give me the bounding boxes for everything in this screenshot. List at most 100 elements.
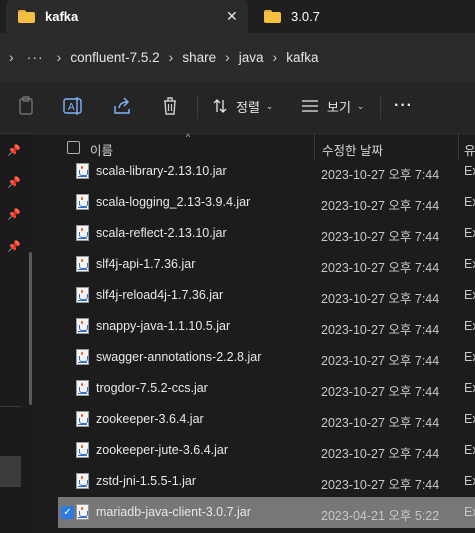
rename-icon[interactable]: A (62, 95, 84, 117)
file-row[interactable]: trogdor-7.5.2-ccs.jar 2023-10-27 오후 7:44 E… (58, 373, 475, 404)
tab-3-0-7[interactable]: 3.0.7 (252, 0, 475, 33)
view-icon (301, 99, 319, 113)
jar-file-icon (76, 318, 89, 334)
file-row[interactable]: snappy-java-1.1.10.5.jar 2023-10-27 오후 7:… (58, 311, 475, 342)
jar-file-icon (76, 287, 89, 303)
pin-icon[interactable]: 📌 (7, 176, 21, 190)
file-name: scala-logging_2.13-3.9.4.jar (96, 195, 251, 209)
breadcrumb-item-share[interactable]: share (182, 50, 216, 65)
file-type: Ex (464, 288, 475, 302)
sort-up-icon: ^ (186, 132, 191, 142)
jar-file-icon (76, 504, 89, 520)
pin-icon[interactable]: 📌 (7, 208, 21, 222)
breadcrumb-item-confluent[interactable]: confluent-7.5.2 (70, 50, 159, 65)
file-date: 2023-10-27 오후 7:44 (321, 447, 440, 461)
view-label: 보기 (327, 99, 351, 115)
file-type: Ex (464, 226, 475, 240)
jar-file-icon (76, 163, 89, 179)
file-row[interactable]: slf4j-reload4j-1.7.36.jar 2023-10-27 오후 7… (58, 280, 475, 311)
chevron-right-icon[interactable]: › (225, 49, 230, 65)
file-row[interactable]: zookeeper-3.6.4.jar 2023-10-27 오후 7:44 Ex (58, 404, 475, 435)
nav-selected-item[interactable] (0, 456, 21, 487)
file-row[interactable]: zstd-jni-1.5.5-1.jar 2023-10-27 오후 7:44 Ex (58, 466, 475, 497)
toolbar-divider (380, 95, 381, 119)
sort-button[interactable]: 정렬 ⌄ (212, 95, 273, 117)
file-date: 2023-10-27 오후 7:44 (321, 168, 440, 182)
chevron-right-icon[interactable]: › (9, 49, 14, 65)
breadcrumb-more-button[interactable]: ··· (27, 49, 44, 65)
file-type: Ex (464, 474, 475, 488)
file-name: snappy-java-1.1.10.5.jar (96, 319, 231, 333)
file-name: mariadb-java-client-3.0.7.jar (96, 505, 251, 519)
share-icon[interactable] (111, 95, 133, 117)
nav-divider (0, 406, 21, 407)
breadcrumb-item-kafka[interactable]: kafka (286, 50, 318, 65)
breadcrumb-item-java[interactable]: java (239, 50, 264, 65)
row-checkbox[interactable]: ✓ (61, 506, 74, 519)
file-type: Ex (464, 381, 475, 395)
file-date: 2023-10-27 오후 7:44 (321, 354, 440, 368)
file-date: 2023-10-27 오후 7:44 (321, 385, 440, 399)
jar-file-icon (76, 473, 89, 489)
file-type: Ex (464, 412, 475, 426)
toolbar-divider (197, 95, 198, 119)
file-row[interactable]: ✓ mariadb-java-client-3.0.7.jar 2023-04-21… (58, 497, 475, 528)
file-name: trogdor-7.5.2-ccs.jar (96, 381, 208, 395)
view-button[interactable]: 보기 ⌄ (301, 95, 364, 117)
command-bar: A 정렬 ⌄ 보기 ⌄ ··· (0, 81, 475, 134)
chevron-right-icon[interactable]: › (169, 49, 174, 65)
close-icon[interactable]: ✕ (226, 8, 238, 25)
paste-icon[interactable] (15, 95, 37, 117)
svg-text:A: A (68, 102, 75, 113)
file-name: scala-library-2.13.10.jar (96, 164, 227, 178)
file-name: zstd-jni-1.5.5-1.jar (96, 474, 197, 488)
file-name: zookeeper-3.6.4.jar (96, 412, 204, 426)
file-date: 2023-10-27 오후 7:44 (321, 261, 440, 275)
select-all-checkbox[interactable] (67, 141, 80, 154)
folder-icon (264, 10, 281, 23)
file-date: 2023-04-21 오후 5:22 (321, 509, 440, 523)
chevron-right-icon[interactable]: › (273, 49, 278, 65)
pin-icon[interactable]: 📌 (7, 144, 21, 158)
file-name: slf4j-api-1.7.36.jar (96, 257, 196, 271)
delete-icon[interactable] (159, 95, 181, 117)
file-row[interactable]: scala-library-2.13.10.jar 2023-10-27 오후 7… (58, 156, 475, 187)
nav-scrollbar[interactable] (29, 252, 32, 405)
chevron-down-icon: ⌄ (356, 100, 365, 111)
file-date: 2023-10-27 오후 7:44 (321, 199, 440, 213)
file-type: Ex (464, 350, 475, 364)
jar-file-icon (76, 194, 89, 210)
pin-icon[interactable]: 📌 (7, 240, 21, 254)
tab-label: 3.0.7 (291, 9, 320, 24)
file-name: zookeeper-jute-3.6.4.jar (96, 443, 229, 457)
tab-label: kafka (45, 9, 79, 24)
file-row[interactable]: scala-logging_2.13-3.9.4.jar 2023-10-27 오… (58, 187, 475, 218)
tab-kafka[interactable]: kafka ✕ (6, 0, 248, 33)
jar-file-icon (76, 442, 89, 458)
jar-file-icon (76, 349, 89, 365)
file-type: Ex (464, 443, 475, 457)
file-date: 2023-10-27 오후 7:44 (321, 323, 440, 337)
folder-icon (18, 10, 35, 23)
file-date: 2023-10-27 오후 7:44 (321, 416, 440, 430)
file-row[interactable]: scala-reflect-2.13.10.jar 2023-10-27 오후 7… (58, 218, 475, 249)
file-date: 2023-10-27 오후 7:44 (321, 478, 440, 492)
jar-file-icon (76, 380, 89, 396)
chevron-down-icon: ⌄ (265, 100, 274, 111)
jar-file-icon (76, 225, 89, 241)
file-row[interactable]: swagger-annotations-2.2.8.jar 2023-10-27 … (58, 342, 475, 373)
navigation-pane: 📌 📌 📌 📌 (0, 134, 33, 533)
more-options-button[interactable]: ··· (394, 95, 413, 117)
address-bar[interactable]: › ··· › confluent-7.5.2 › share › java ›… (0, 33, 475, 81)
chevron-right-icon[interactable]: › (57, 49, 62, 65)
jar-file-icon (76, 256, 89, 272)
file-type: Ex (464, 319, 475, 333)
file-list: ^ 이름 수정한 날짜 유 scala-library-2.13.10.jar 2… (40, 132, 475, 533)
file-name: slf4j-reload4j-1.7.36.jar (96, 288, 224, 302)
file-type: Ex (464, 257, 475, 271)
file-row[interactable]: zookeeper-jute-3.6.4.jar 2023-10-27 오후 7:… (58, 435, 475, 466)
tab-bar: kafka ✕ 3.0.7 (0, 0, 475, 33)
file-type: Ex (464, 164, 475, 178)
file-row[interactable]: slf4j-api-1.7.36.jar 2023-10-27 오후 7:44 Ex (58, 249, 475, 280)
sort-label: 정렬 (236, 99, 260, 115)
